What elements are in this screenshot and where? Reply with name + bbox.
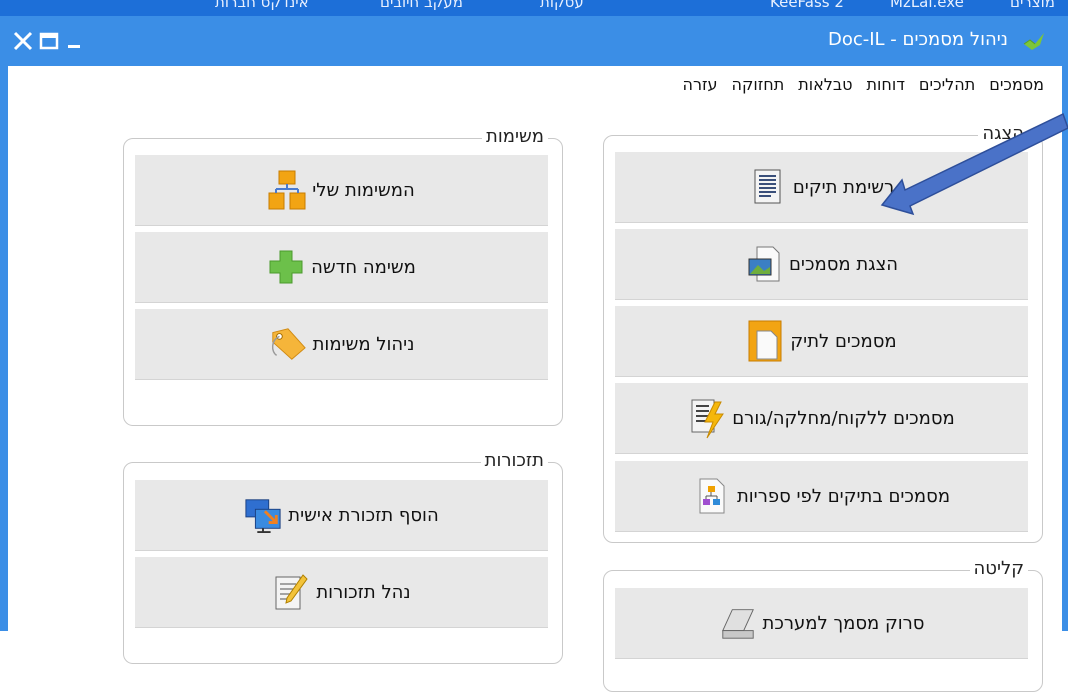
app-logo-icon [1023, 33, 1044, 50]
button-label: הוסף תזכורת אישית [288, 504, 439, 526]
taskbar-item[interactable]: מעקב חיובים [380, 0, 463, 11]
title-bar: ניהול מסמכים - Doc-IL [0, 16, 1068, 66]
org-chart-document-icon [693, 477, 731, 515]
window-frame-right [1062, 110, 1068, 631]
monitor-add-icon [244, 496, 282, 534]
folder-document-icon [746, 320, 784, 362]
button-label: מסמכים לתיק [790, 330, 897, 352]
group-tasks-label: משימות [482, 126, 548, 147]
button-label: נהל תזכורות [316, 581, 411, 603]
button-label: רשימת תיקים [792, 176, 895, 198]
menu-maintenance[interactable]: תחזוקה [732, 75, 785, 94]
document-image-icon [745, 245, 783, 283]
menu-bar: מסמכים תהליכים דוחות טבלאות תחזוקה עזרה [0, 66, 1068, 110]
window-frame-left [0, 110, 8, 631]
button-label: סרוק מסמך למערכת [762, 612, 925, 634]
group-intake-label: קליטה [969, 558, 1028, 579]
taskbar-item[interactable]: עסקות [540, 0, 584, 11]
minimize-icon[interactable] [62, 28, 88, 54]
taskbar-item[interactable]: MzLal.exe [890, 0, 964, 11]
taskbar-item[interactable]: אינדקס חברות [215, 0, 309, 11]
button-label: המשימות שלי [312, 179, 415, 201]
button-documents-by-library[interactable]: מסמכים בתיקים לפי ספריות [615, 461, 1028, 532]
menu-documents[interactable]: מסמכים [989, 75, 1044, 94]
button-new-task[interactable]: משימה חדשה [135, 232, 548, 303]
plus-icon [267, 248, 305, 286]
taskbar-item[interactable]: מוצרים [1010, 0, 1055, 11]
lightning-document-icon [688, 399, 726, 439]
button-documents-by-client[interactable]: מסמכים ללקוח/מחלקה/גורם [615, 383, 1028, 454]
folder-tree-icon [268, 170, 306, 210]
menu-help[interactable]: עזרה [682, 75, 717, 94]
button-label: הצגת מסמכים [788, 253, 899, 275]
button-cases-list[interactable]: רשימת תיקים [615, 152, 1028, 223]
group-reminders-label: תזכורות [480, 450, 548, 471]
button-show-documents[interactable]: הצגת מסמכים [615, 229, 1028, 300]
button-label: מסמכים בתיקים לפי ספריות [736, 485, 951, 507]
notepad-pencil-icon [272, 573, 310, 611]
button-add-personal-reminder[interactable]: הוסף תזכורת אישית [135, 480, 548, 551]
button-scan-document[interactable]: סרוק מסמך למערכת [615, 588, 1028, 659]
button-manage-tasks[interactable]: ניהול משימות [135, 309, 548, 380]
menu-reports[interactable]: דוחות [867, 75, 905, 94]
group-display-label: הצגה [978, 123, 1028, 144]
button-documents-to-case[interactable]: מסמכים לתיק [615, 306, 1028, 377]
window-title: ניהול מסמכים - Doc-IL [827, 29, 1008, 50]
button-label: משימה חדשה [311, 256, 416, 278]
scanner-icon [719, 604, 757, 642]
close-icon[interactable] [10, 28, 36, 54]
menu-processes[interactable]: תהליכים [919, 75, 975, 94]
button-label: מסמכים ללקוח/מחלקה/גורם [732, 407, 955, 429]
menu-tables[interactable]: טבלאות [798, 75, 852, 94]
button-my-tasks[interactable]: המשימות שלי [135, 155, 548, 226]
maximize-icon[interactable] [36, 28, 62, 54]
taskbar-strip: מוצרים MzLal.exe KeeFass 2 עסקות מעקב חי… [0, 0, 1068, 16]
tag-icon [269, 325, 307, 363]
button-manage-reminders[interactable]: נהל תזכורות [135, 557, 548, 628]
taskbar-item[interactable]: KeeFass 2 [770, 0, 844, 11]
button-label: ניהול משימות [312, 333, 415, 355]
file-list-icon [749, 168, 787, 206]
